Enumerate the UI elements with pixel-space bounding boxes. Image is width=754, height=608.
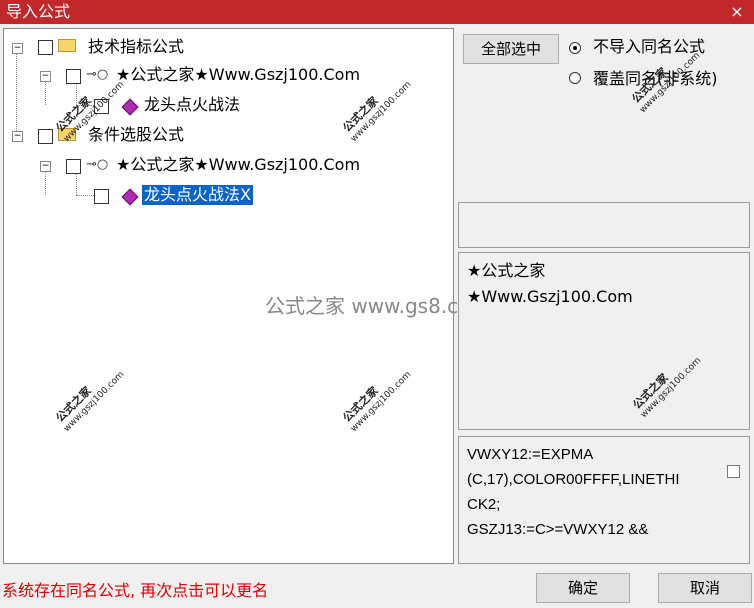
tree-node-stock-select[interactable]: − 条件选股公式 [4,125,304,149]
close-button[interactable]: × [720,0,754,24]
node-checkbox[interactable] [66,69,81,84]
collapse-icon[interactable]: − [40,161,51,172]
window-title: 导入公式 [6,2,71,21]
code-panel-checkbox[interactable] [727,465,740,478]
collapse-icon[interactable]: − [12,43,23,54]
tree-node-longtou-x[interactable]: 龙头点火战法X [4,185,304,209]
cancel-button[interactable]: 取消 [658,573,752,603]
radio-no-import-label[interactable]: 不导入同名公式 [593,37,705,57]
code-line: CK2; [467,496,501,513]
formula-gem-icon [121,188,139,206]
select-all-button[interactable]: 全部选中 [463,34,559,64]
key-icon: ⊸○ [86,157,109,172]
tree-node-gszj-2[interactable]: − ⊸○ ★公式之家★Www.Gszj100.Com [4,155,404,179]
tree-node-longtou[interactable]: 龙头点火战法 [4,95,304,119]
node-label: 条件选股公式 [88,125,185,144]
node-checkbox[interactable] [66,159,81,174]
status-message: 系统存在同名公式, 再次点击可以更名 [2,581,269,600]
node-checkbox[interactable] [94,189,109,204]
center-watermark: 公式之家 www.gs8.cn [265,294,471,318]
code-line: GSZJ13:=C>=VWXY12 && [467,521,649,538]
description-line: ★公式之家 [467,261,546,280]
node-label: ★公式之家★Www.Gszj100.Com [116,65,361,84]
radio-no-import[interactable] [569,42,581,54]
code-line: (C,17),COLOR00FFFF,LINETHI [467,471,680,488]
title-bar: 导入公式 × [0,0,754,24]
code-panel[interactable]: VWXY12:=EXPMA (C,17),COLOR00FFFF,LINETHI… [458,436,750,564]
node-label-selected: 龙头点火战法X [142,185,253,205]
node-checkbox[interactable] [38,129,53,144]
node-label: 龙头点火战法 [144,95,241,114]
tree-node-tech-indicators[interactable]: − 技术指标公式 [4,37,304,61]
collapse-icon[interactable]: − [40,71,51,82]
radio-overwrite[interactable] [569,72,581,84]
description-panel: ★公式之家 ★Www.Gszj100.Com 公式之家 www.gszj100.… [458,252,750,430]
node-label: ★公式之家★Www.Gszj100.Com [116,155,361,174]
collapse-icon[interactable]: − [12,131,23,142]
folder-icon [58,39,76,52]
ok-button[interactable]: 确定 [536,573,630,603]
description-line: ★Www.Gszj100.Com [467,287,633,306]
name-field[interactable] [458,202,750,248]
node-checkbox[interactable] [38,40,53,55]
key-icon: ⊸○ [86,67,109,82]
formula-gem-icon [121,98,139,116]
tree-node-gszj-1[interactable]: − ⊸○ ★公式之家★Www.Gszj100.Com [4,65,404,89]
node-label: 技术指标公式 [88,37,185,56]
code-line: VWXY12:=EXPMA [467,446,594,463]
